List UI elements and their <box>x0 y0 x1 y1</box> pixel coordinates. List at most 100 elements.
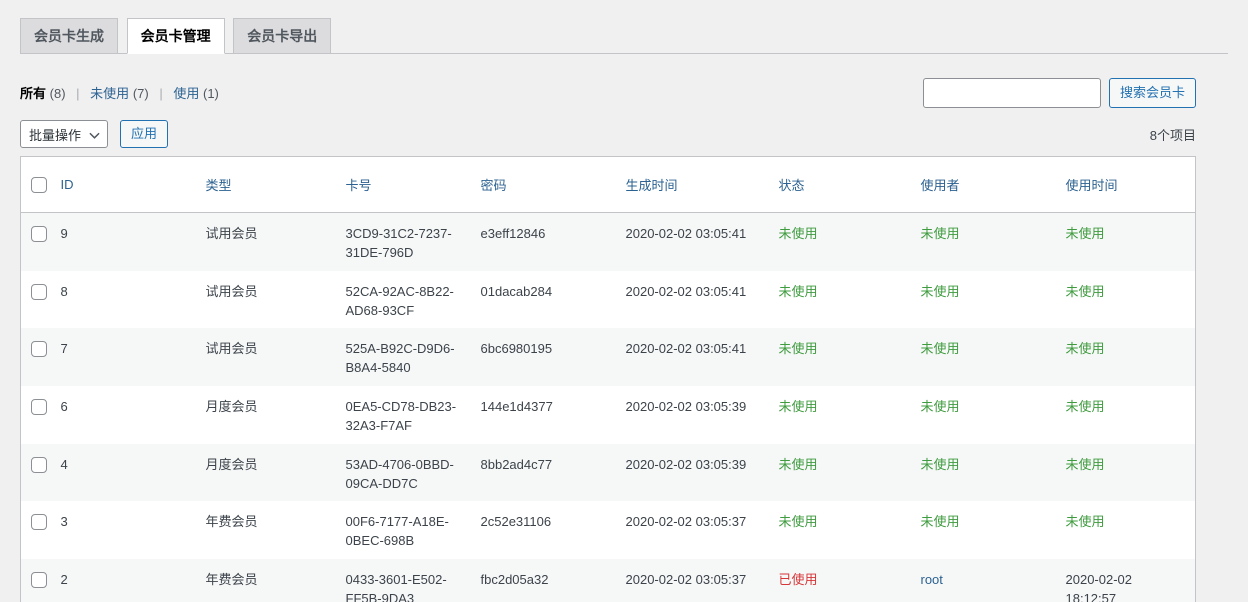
table-header: ID 类型 卡号 密码 生成时间 状态 使用者 使用时间 <box>21 157 1196 213</box>
column-header-used-time-link[interactable]: 使用时间 <box>1066 178 1118 193</box>
cell-used-time: 未使用 <box>1066 226 1105 241</box>
filter-unused: 未使用 (7) | <box>90 86 173 101</box>
filter-used-count: (1) <box>203 86 219 101</box>
row-checkbox[interactable] <box>31 399 47 415</box>
row-checkbox[interactable] <box>31 457 47 473</box>
bulk-actions-row: 批量操作 应用 8个项目 <box>20 120 1196 148</box>
column-header-card-link[interactable]: 卡号 <box>346 178 372 193</box>
bulk-action-selected-label: 批量操作 <box>29 125 81 144</box>
tab-manage[interactable]: 会员卡管理 <box>127 18 225 54</box>
cell-card-number: 525A-B92C-D9D6-B8A4-5840 <box>346 341 455 375</box>
cell-user: 未使用 <box>921 341 960 356</box>
member-card-admin-page: 会员卡生成 会员卡管理 会员卡导出 所有 (8) | 未使用 (7) | 使用 … <box>20 0 1228 602</box>
cell-card-number: 00F6-7177-A18E-0BEC-698B <box>346 514 449 548</box>
tab-generate[interactable]: 会员卡生成 <box>20 18 118 53</box>
cell-created-time: 2020-02-02 03:05:39 <box>626 457 747 472</box>
cell-status: 未使用 <box>779 399 818 414</box>
cell-type: 月度会员 <box>206 457 258 472</box>
row-checkbox[interactable] <box>31 514 47 530</box>
table-row: 8试用会员52CA-92AC-8B22-AD68-93CF01dacab2842… <box>21 271 1196 329</box>
cell-created-time: 2020-02-02 03:05:37 <box>626 572 747 587</box>
filter-used-link[interactable]: 使用 <box>173 86 199 101</box>
cell-id: 2 <box>61 572 68 587</box>
cell-password: 01dacab284 <box>481 284 553 299</box>
column-header-card: 卡号 <box>346 157 481 213</box>
cell-id: 4 <box>61 457 68 472</box>
cell-created-time: 2020-02-02 03:05:37 <box>626 514 747 529</box>
filter-separator: | <box>159 86 162 101</box>
filter-unused-count: (7) <box>133 86 149 101</box>
cell-used-time: 未使用 <box>1066 514 1105 529</box>
cell-card-number: 3CD9-31C2-7237-31DE-796D <box>346 226 452 260</box>
table-header-row: ID 类型 卡号 密码 生成时间 状态 使用者 使用时间 <box>21 157 1196 213</box>
cell-id: 8 <box>61 284 68 299</box>
select-all-checkbox[interactable] <box>31 177 47 193</box>
filter-search-row: 所有 (8) | 未使用 (7) | 使用 (1) 搜索会员卡 <box>20 78 1196 108</box>
column-header-id-link[interactable]: ID <box>61 177 74 192</box>
table-body: 9试用会员3CD9-31C2-7237-31DE-796De3eff128462… <box>21 213 1196 602</box>
cell-card-number: 0433-3601-E502-FF5B-9DA3 <box>346 572 447 602</box>
filter-unused-link[interactable]: 未使用 <box>90 86 129 101</box>
cell-type: 年费会员 <box>206 572 258 587</box>
bulk-action-select[interactable]: 批量操作 <box>20 120 108 148</box>
column-header-user: 使用者 <box>921 157 1066 213</box>
column-header-password: 密码 <box>481 157 626 213</box>
column-header-status: 状态 <box>779 157 921 213</box>
filter-used: 使用 (1) <box>173 86 219 101</box>
bulk-actions-group: 批量操作 应用 <box>20 120 168 148</box>
cell-used-time: 2020-02-02 18:12:57 <box>1066 572 1133 602</box>
cell-used-time: 未使用 <box>1066 457 1105 472</box>
table-row: 2 年费会员 0433-3601-E502-FF5B-9DA3 fbc2d05a32 2… <box>21 559 1196 602</box>
cell-id: 7 <box>61 341 68 356</box>
tab-bar: 会员卡生成 会员卡管理 会员卡导出 <box>20 18 1228 54</box>
column-header-user-link[interactable]: 使用者 <box>921 178 960 193</box>
cell-card-number: 0EA5-CD78-DB23-32A3-F7AF <box>346 399 457 433</box>
search-button[interactable]: 搜索会员卡 <box>1109 78 1196 108</box>
column-header-created: 生成时间 <box>626 157 779 213</box>
cell-user: 未使用 <box>921 226 960 241</box>
table-row: 3年费会员00F6-7177-A18E-0BEC-698B2c52e311062… <box>21 501 1196 559</box>
search-input[interactable] <box>923 78 1101 108</box>
apply-button[interactable]: 应用 <box>120 120 168 148</box>
row-checkbox[interactable] <box>31 341 47 357</box>
cell-status: 未使用 <box>779 341 818 356</box>
cell-created-time: 2020-02-02 03:05:41 <box>626 341 747 356</box>
filter-all-link[interactable]: 所有 <box>20 86 46 101</box>
cell-created-time: 2020-02-02 03:05:39 <box>626 399 747 414</box>
tab-export[interactable]: 会员卡导出 <box>233 18 331 53</box>
table-row: 9试用会员3CD9-31C2-7237-31DE-796De3eff128462… <box>21 213 1196 271</box>
table-row: 4月度会员53AD-4706-0BBD-09CA-DD7C8bb2ad4c772… <box>21 444 1196 502</box>
cell-user: 未使用 <box>921 284 960 299</box>
column-header-created-link[interactable]: 生成时间 <box>626 178 678 193</box>
cell-status: 未使用 <box>779 457 818 472</box>
filter-all-count: (8) <box>50 86 66 101</box>
column-header-id: ID <box>61 157 206 213</box>
row-checkbox[interactable] <box>31 572 47 588</box>
table-row: 7试用会员525A-B92C-D9D6-B8A4-58406bc69801952… <box>21 328 1196 386</box>
cell-status: 未使用 <box>779 514 818 529</box>
item-count: 8个项目 <box>1150 125 1196 144</box>
cell-created-time: 2020-02-02 03:05:41 <box>626 284 747 299</box>
row-checkbox[interactable] <box>31 284 47 300</box>
cell-status: 未使用 <box>779 284 818 299</box>
cell-user[interactable]: root <box>921 572 943 587</box>
cell-user: 未使用 <box>921 514 960 529</box>
cell-id: 3 <box>61 514 68 529</box>
cell-password: e3eff12846 <box>481 226 546 241</box>
cell-card-number: 53AD-4706-0BBD-09CA-DD7C <box>346 457 454 491</box>
column-header-status-link[interactable]: 状态 <box>779 178 805 193</box>
cell-status: 未使用 <box>779 226 818 241</box>
member-card-table: ID 类型 卡号 密码 生成时间 状态 使用者 使用时间 9试用会员3CD9-3… <box>20 156 1196 602</box>
column-header-password-link[interactable]: 密码 <box>481 178 507 193</box>
column-header-type: 类型 <box>206 157 346 213</box>
cell-password: 6bc6980195 <box>481 341 553 356</box>
row-checkbox[interactable] <box>31 226 47 242</box>
cell-type: 试用会员 <box>206 226 258 241</box>
search-box: 搜索会员卡 <box>923 78 1196 108</box>
cell-user: 未使用 <box>921 457 960 472</box>
cell-password: 144e1d4377 <box>481 399 553 414</box>
column-header-type-link[interactable]: 类型 <box>206 178 232 193</box>
cell-created-time: 2020-02-02 03:05:41 <box>626 226 747 241</box>
status-filter-list: 所有 (8) | 未使用 (7) | 使用 (1) <box>20 83 219 108</box>
cell-password: fbc2d05a32 <box>481 572 549 587</box>
